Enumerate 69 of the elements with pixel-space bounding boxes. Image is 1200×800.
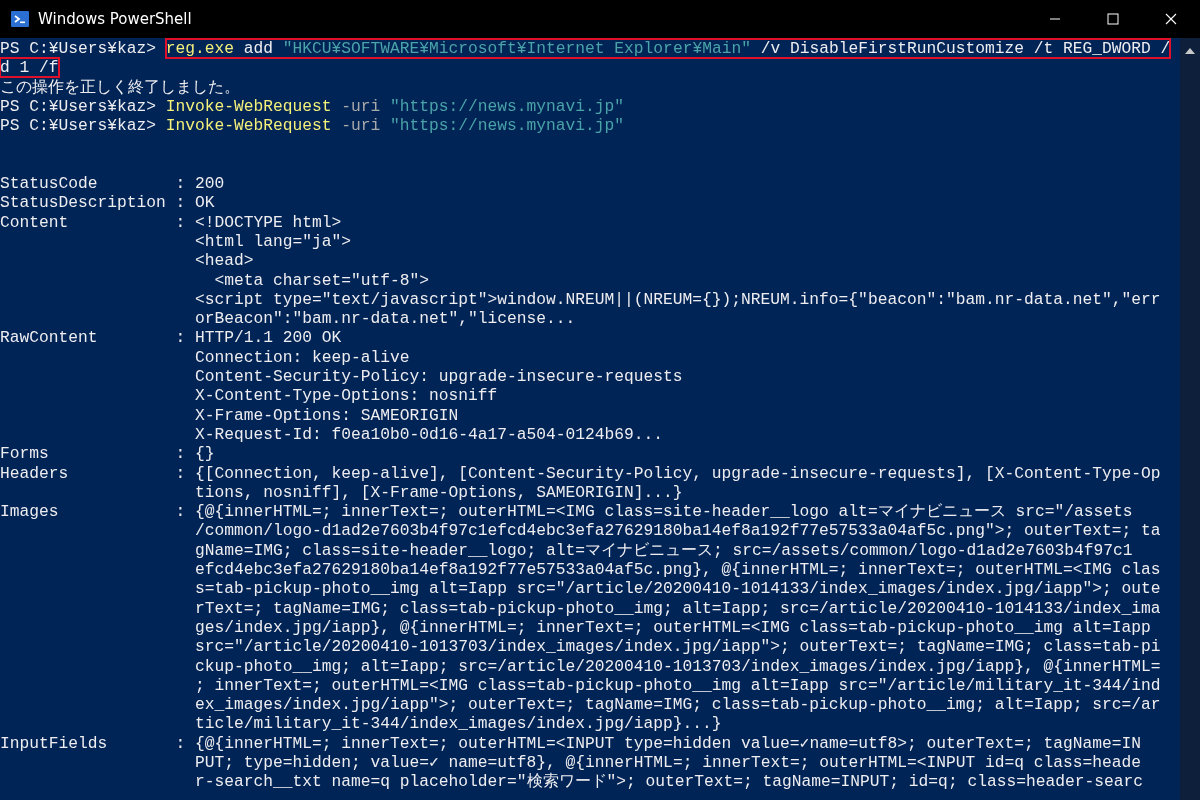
- property-value: Content-Security-Policy: upgrade-insecure-requests: [195, 367, 684, 387]
- console-text: /v DisableFirstRunCustomize /t REG_DWORD /: [759, 39, 1171, 58]
- property-value: s=tab-pickup-photo__img alt=Iapp src="/article/20200410-1014133/index_images/index.jpg/iapp">; oute: [195, 579, 1162, 599]
- up-arrow-icon[interactable]: [1185, 48, 1195, 54]
- property-value: tions, nosniff], [X-Frame-Options, SAMEORIGIN]...}: [195, 482, 684, 503]
- window-title: Windows PowerShell: [38, 10, 192, 28]
- terminal-icon: [10, 9, 30, 29]
- property-name: InputFields: [0, 733, 108, 753]
- separator-text: :: [175, 328, 186, 348]
- string-text: "HKCU¥SOFTWARE¥Microsoft¥Internet Explorer¥Main": [282, 39, 751, 58]
- property-value: HTTP/1.1 200 OK: [195, 328, 343, 348]
- command-text: Invoke-WebRequest: [165, 96, 332, 116]
- property-value: <html lang="ja">: [195, 231, 353, 252]
- property-value: efcd4ebc3efa27629180ba14ef8a192f77e57533a04af5c.png}, @{innerHTML=; innerText=; outerHTML=<IMG clas: [195, 560, 1162, 580]
- property-value: X-Request-Id: f0ea10b0-0d16-4a17-a504-0124b69...: [195, 424, 665, 445]
- property-value: r-search__txt name=q placeholder="検索ワード">; outerText=; tagName=INPUT; id=q; class=header-searc: [195, 772, 1144, 792]
- property-value: <meta charset="utf-8">: [213, 270, 431, 290]
- property-name: Images: [0, 502, 59, 522]
- maximize-icon: [1107, 13, 1119, 25]
- property-name: RawContent: [0, 328, 98, 348]
- prompt-text: PS C:¥Users¥kaz>: [0, 116, 158, 136]
- prompt-text: PS C:¥Users¥kaz>: [0, 39, 158, 58]
- console-text: この操作を正しく終了しました。: [0, 77, 240, 97]
- property-name: Headers: [0, 463, 69, 483]
- command-text: Invoke-WebRequest: [165, 116, 332, 136]
- property-value: ckup-photo__img; alt=Iapp; src=/article/20200410-1013703/index_images/index.jpg/iapp}, @{innerHTML=: [195, 656, 1162, 676]
- property-value: rText=; tagName=IMG; class=tab-pickup-photo__img; alt=Iapp; src=/article/20200410-1014133/index_ima: [195, 598, 1162, 618]
- property-value: gName=IMG; class=site-header__logo; alt=マイナビニュース; src=/assets/common/logo-d1ad2e7603b4f97c1: [195, 540, 1134, 560]
- property-value: <head>: [195, 251, 255, 271]
- property-value: ges/index.jpg/iapp}, @{innerHTML=; innerText=; outerHTML=<IMG class=tab-pickup-photo__img alt=Iapp: [195, 617, 1152, 638]
- property-value: /common/logo-d1ad2e7603b4f97c1efcd4ebc3efa27629180ba14ef8a192f77e57533a04af5c.png">; outerText=; ta: [195, 521, 1162, 541]
- property-value: ex_images/index.jpg/iapp">; outerText=; tagName=IMG; class=tab-pickup-photo__img; alt=Iapp; src=/ar: [195, 695, 1162, 715]
- property-value: {@{innerHTML=; innerText=; outerHTML=<INPUT type=hidden value=✓name=utf8>; outerText=; tagName=IN: [195, 733, 1142, 753]
- property-name: Forms: [0, 444, 49, 464]
- property-value: <!DOCTYPE html>: [195, 212, 343, 232]
- property-name: StatusCode: [0, 174, 98, 194]
- console-text: d 1 /f: [0, 58, 59, 78]
- property-value: {@{innerHTML=; innerText=; outerHTML=<IMG class=site-header__logo alt=マイナビニュース src="/assets: [195, 502, 1134, 522]
- property-name: StatusDescription: [0, 193, 166, 213]
- property-value: X-Frame-Options: SAMEORIGIN: [195, 405, 460, 425]
- property-value: PUT; type=hidden; value=✓ name=utf8}, @{innerHTML=; innerText=; outerHTML=<INPUT id=q class=heade: [195, 753, 1142, 772]
- separator-text: :: [175, 212, 186, 232]
- separator-text: :: [175, 444, 186, 464]
- property-value: ticle/military_it-344/index_images/index.jpg/iapp}...}: [195, 714, 723, 734]
- parameter-text: -uri: [340, 116, 382, 136]
- property-value: Connection: keep-alive: [195, 347, 411, 368]
- separator-text: :: [175, 463, 186, 483]
- property-value: {}: [195, 444, 216, 464]
- string-text: "https://news.mynavi.jp": [390, 96, 625, 116]
- separator-text: :: [175, 193, 186, 213]
- property-value: src="/article/20200410-1013703/index_images/index.jpg/iapp">; outerText=; tagName=IMG; class=tab-pi: [195, 637, 1162, 657]
- scrollbar[interactable]: [1180, 38, 1200, 800]
- property-value: X-Content-Type-Options: nosniff: [195, 386, 499, 406]
- separator-text: :: [175, 174, 186, 194]
- command-text: reg.exe: [165, 39, 235, 58]
- separator-text: :: [175, 733, 186, 753]
- console-text: add: [242, 39, 275, 58]
- string-text: "https://news.mynavi.jp": [390, 116, 625, 136]
- property-value: ; innerText=; outerHTML=<IMG class=tab-pickup-photo__img alt=Iapp src="/article/military_it-344/ind: [195, 675, 1162, 696]
- property-value: 200: [195, 174, 226, 194]
- prompt-text: PS C:¥Users¥kaz>: [0, 96, 158, 116]
- property-value: OK: [195, 193, 216, 213]
- separator-text: :: [175, 502, 186, 522]
- property-value: orBeacon":"bam.nr-data.net","license...: [195, 309, 577, 329]
- property-value: {[Connection, keep-alive], [Content-Security-Policy, upgrade-insecure-requests], [X-Content-Type-Op: [195, 463, 1162, 483]
- parameter-text: -uri: [340, 96, 382, 116]
- close-icon: [1165, 13, 1177, 25]
- property-name: Content: [0, 212, 69, 232]
- property-value: <script type="text/javascript">window.NREUM||(NREUM={});NREUM.info={"beacon":"bam.nr-data.net","err: [195, 289, 1162, 310]
